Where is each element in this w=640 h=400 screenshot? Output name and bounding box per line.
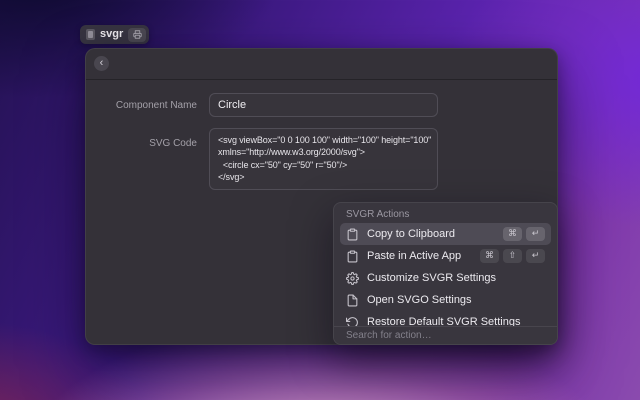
component-name-input[interactable]: Circle: [209, 93, 438, 117]
actions-panel-title: SVGR Actions: [334, 203, 557, 225]
action-label: Open SVGO Settings: [367, 294, 537, 306]
svg-code-row: SVG Code <svg viewBox="0 0 100 100" widt…: [86, 128, 438, 190]
back-button[interactable]: ‹: [94, 56, 109, 71]
gear-icon: [346, 272, 359, 285]
svg-code-label: SVG Code: [86, 138, 197, 149]
svgr-extension-icon: [86, 29, 95, 40]
action-item[interactable]: Open SVGO Settings: [340, 289, 551, 311]
component-name-value: Circle: [218, 99, 246, 111]
action-shortcuts: ⌘↵: [503, 227, 545, 241]
desktop-background: svgr ‹ Component Name Circle SVG Code <s…: [0, 0, 640, 400]
action-shortcuts: ⌘ ⇧ ↵: [480, 249, 545, 263]
actions-list: Copy to Clipboard⌘↵Paste in Active App⌘⇧…: [334, 223, 557, 329]
shortcut-key: ⌘: [503, 227, 522, 241]
printer-button[interactable]: [128, 28, 146, 42]
action-label: Copy to Clipboard: [367, 228, 495, 240]
svg-code-textarea[interactable]: <svg viewBox="0 0 100 100" width="100" h…: [209, 128, 438, 190]
file-icon: [346, 294, 359, 307]
window-header: ‹: [86, 49, 557, 80]
action-label: Customize SVGR Settings: [367, 272, 537, 284]
action-search-input[interactable]: Search for action…: [334, 326, 557, 344]
chevron-left-icon: ‹: [100, 57, 104, 69]
clipboard-icon: [346, 228, 359, 241]
action-item[interactable]: Copy to Clipboard⌘↵: [340, 223, 551, 245]
shortcut-key: ⇧: [503, 249, 522, 263]
actions-panel: SVGR Actions Copy to Clipboard⌘↵Paste in…: [333, 202, 558, 345]
component-name-label: Component Name: [86, 100, 197, 111]
shortcut-key: ↵: [526, 227, 545, 241]
action-item[interactable]: Customize SVGR Settings: [340, 267, 551, 289]
clipboard-icon: [346, 250, 359, 263]
action-search-placeholder: Search for action…: [346, 330, 432, 341]
shortcut-key: ⌘: [480, 249, 499, 263]
action-label: Paste in Active App: [367, 250, 472, 262]
printer-icon: [133, 30, 142, 39]
tab-title: svgr: [100, 29, 123, 40]
component-name-row: Component Name Circle: [86, 93, 438, 117]
action-item[interactable]: Paste in Active App ⌘ ⇧ ↵: [340, 245, 551, 267]
shortcut-key: ↵: [526, 249, 545, 263]
svgr-window-tab[interactable]: svgr: [80, 25, 149, 44]
